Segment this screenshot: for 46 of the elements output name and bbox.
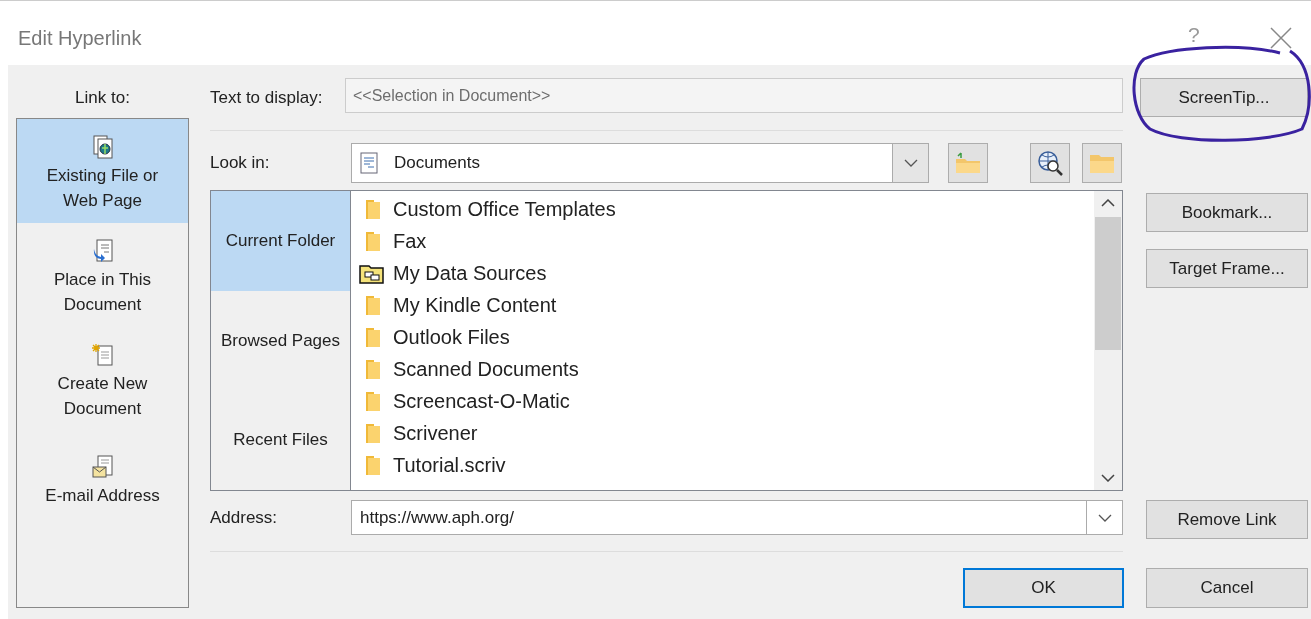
- file-item[interactable]: Outlook Files: [351, 321, 1094, 353]
- look-in-label: Look in:: [210, 153, 271, 173]
- link-to-label: Link to:: [74, 87, 131, 109]
- source-tab[interactable]: Browsed Pages: [211, 290, 350, 391]
- scroll-down-icon[interactable]: [1101, 474, 1115, 482]
- dialog-button[interactable]: OK: [963, 568, 1124, 608]
- remove-link-button[interactable]: Remove Link: [1146, 500, 1308, 539]
- caret-icon: [903, 159, 918, 167]
- address-field[interactable]: https://www.aph.org/: [351, 500, 1123, 535]
- dialog-button[interactable]: Cancel: [1146, 568, 1308, 608]
- screentip-button[interactable]: ScreenTip...: [1140, 78, 1308, 117]
- address-label: Address:: [210, 507, 279, 528]
- file-item[interactable]: Tutorial.scriv: [351, 449, 1094, 481]
- source-tab[interactable]: Recent Files: [211, 390, 350, 490]
- file-item[interactable]: My Kindle Content: [351, 289, 1094, 321]
- folder-arrow-icon: [954, 151, 982, 175]
- data-folder-icon: [359, 262, 385, 284]
- link-type-item[interactable]: Create New Document: [17, 327, 188, 431]
- file-item[interactable]: Scrivener: [351, 417, 1094, 449]
- document-icon: [360, 152, 378, 174]
- side-button[interactable]: Bookmark...: [1146, 193, 1308, 232]
- file-item[interactable]: Scanned Documents: [351, 353, 1094, 385]
- browse-web-button[interactable]: [1030, 143, 1070, 183]
- file-item[interactable]: My Data Sources: [351, 257, 1094, 289]
- file-item[interactable]: Screencast-O-Matic: [351, 385, 1094, 417]
- side-button[interactable]: Target Frame...: [1146, 249, 1308, 288]
- scroll-thumb[interactable]: [1095, 217, 1121, 350]
- document-globe-icon: [91, 135, 114, 159]
- scroll-up-icon[interactable]: [1101, 199, 1115, 207]
- scrollbar[interactable]: [1094, 191, 1122, 490]
- look-in-dropdown[interactable]: Documents: [351, 143, 929, 183]
- link-type-item[interactable]: Existing File or Web Page: [17, 119, 188, 223]
- caret-icon: [1097, 513, 1112, 522]
- text-to-display-field[interactable]: <<Selection in Document>>: [345, 78, 1123, 113]
- window-title: Edit Hyperlink: [18, 26, 142, 50]
- link-type-item[interactable]: E-mail Address: [17, 431, 188, 535]
- text-to-display-label: Text to display:: [210, 87, 324, 108]
- source-tab[interactable]: Current Folder: [211, 191, 350, 291]
- document-envelope-icon: [91, 455, 114, 479]
- link-type-item[interactable]: Place in This Document: [17, 223, 188, 327]
- close-icon[interactable]: [1270, 27, 1292, 49]
- file-item[interactable]: Fax: [351, 225, 1094, 257]
- globe-search-icon: [1036, 149, 1064, 177]
- new-document-icon: [91, 343, 114, 367]
- file-item[interactable]: Custom Office Templates: [351, 193, 1094, 225]
- document-arrow-icon: [91, 239, 114, 263]
